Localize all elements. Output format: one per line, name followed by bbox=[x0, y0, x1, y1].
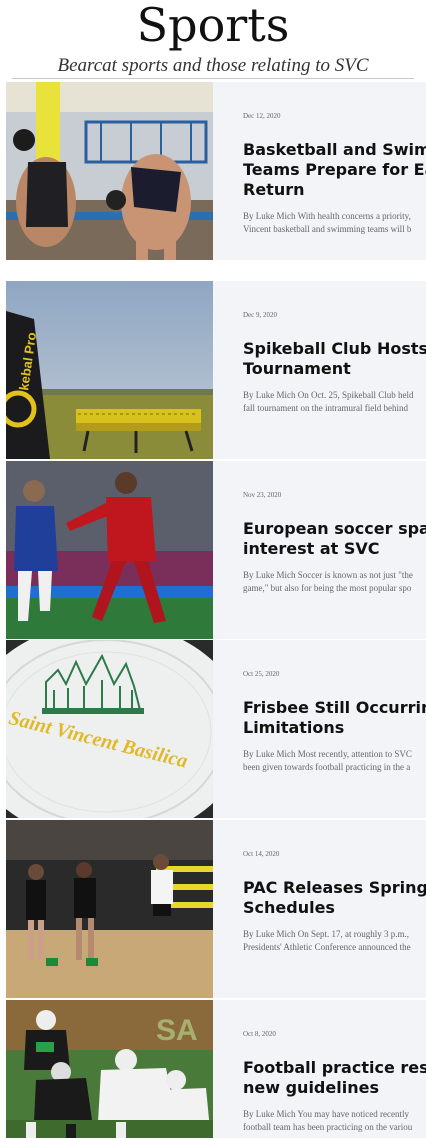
article-date: Oct 8, 2020 bbox=[243, 1030, 276, 1038]
article-image-volleyball[interactable] bbox=[6, 820, 213, 998]
article-headline[interactable]: Football practice resume new guidelines bbox=[243, 1058, 426, 1098]
article-body: Oct 14, 2020 PAC Releases Spring Schedul… bbox=[213, 820, 426, 998]
article-card[interactable]: kebal Pro Dec 9, 2020 Spikeball Club Hos… bbox=[6, 281, 426, 459]
header-divider bbox=[12, 78, 414, 79]
headline-line[interactable]: Schedules bbox=[243, 898, 426, 918]
article-image-frisbee[interactable]: Saint Vincent Basilica bbox=[6, 640, 213, 818]
article-headline[interactable]: European soccer sparks interest at SVC bbox=[243, 519, 426, 559]
headline-line[interactable]: Basketball and Swimmin bbox=[243, 140, 426, 160]
headline-line[interactable]: Spikeball Club Hosts An bbox=[243, 339, 426, 359]
excerpt-line: football team has been practicing on the… bbox=[243, 1122, 413, 1132]
excerpt-line: By Luke Mich With health concerns a prio… bbox=[243, 211, 411, 221]
article-body: Dec 12, 2020 Basketball and Swimmin Team… bbox=[213, 82, 426, 260]
article-excerpt: By Luke Mich With health concerns a prio… bbox=[243, 210, 426, 236]
headline-line[interactable]: new guidelines bbox=[243, 1078, 426, 1098]
article-image-swimmers[interactable] bbox=[6, 82, 213, 260]
article-body: Oct 8, 2020 Football practice resume new… bbox=[213, 1000, 426, 1138]
article-card[interactable]: Oct 14, 2020 PAC Releases Spring Schedul… bbox=[6, 820, 426, 998]
article-excerpt: By Luke Mich On Sept. 17, at roughly 3 p… bbox=[243, 928, 426, 954]
article-card[interactable]: Saint Vincent Basilica Oct 25, 2020 Fris… bbox=[6, 640, 426, 818]
headline-line[interactable]: Limitations bbox=[243, 718, 426, 738]
article-body: Dec 9, 2020 Spikeball Club Hosts An Tour… bbox=[213, 281, 426, 459]
article-excerpt: By Luke Mich You may have noticed recent… bbox=[243, 1108, 426, 1134]
sports-page: Sports Bearcat sports and those relating… bbox=[0, 0, 426, 1138]
article-card[interactable]: Nov 23, 2020 European soccer sparks inte… bbox=[6, 461, 426, 639]
excerpt-line: By Luke Mich On Oct. 25, Spikeball Club … bbox=[243, 390, 414, 400]
article-body: Nov 23, 2020 European soccer sparks inte… bbox=[213, 461, 426, 639]
article-image-soccer[interactable] bbox=[6, 461, 213, 639]
headline-line[interactable]: Football practice resume bbox=[243, 1058, 426, 1078]
excerpt-line: fall tournament on the intramural field … bbox=[243, 403, 408, 413]
page-title: Sports bbox=[136, 0, 290, 52]
stadium-wall-text: SA bbox=[156, 1014, 198, 1047]
page-header: Sports Bearcat sports and those relating… bbox=[0, 0, 426, 82]
headline-line[interactable]: Frisbee Still Occurring D bbox=[243, 698, 426, 718]
article-date: Oct 25, 2020 bbox=[243, 670, 280, 678]
article-image-football[interactable]: SA bbox=[6, 1000, 213, 1138]
headline-line[interactable]: European soccer sparks bbox=[243, 519, 426, 539]
article-body: Oct 25, 2020 Frisbee Still Occurring D L… bbox=[213, 640, 426, 818]
excerpt-line: By Luke Mich Soccer is known as not just… bbox=[243, 570, 413, 580]
excerpt-line: By Luke Mich You may have noticed recent… bbox=[243, 1109, 409, 1119]
excerpt-line: By Luke Mich Most recently, attention to… bbox=[243, 749, 412, 759]
excerpt-line: game," but also for being the most popul… bbox=[243, 583, 412, 593]
article-date: Dec 9, 2020 bbox=[243, 311, 278, 319]
article-date: Oct 14, 2020 bbox=[243, 850, 280, 858]
article-image-spikeball[interactable]: kebal Pro bbox=[6, 281, 213, 459]
article-headline[interactable]: Spikeball Club Hosts An Tournament bbox=[243, 339, 426, 379]
article-date: Nov 23, 2020 bbox=[243, 491, 282, 499]
excerpt-line: Presidents' Athletic Conference announce… bbox=[243, 942, 411, 952]
article-headline[interactable]: Frisbee Still Occurring D Limitations bbox=[243, 698, 426, 738]
headline-line[interactable]: Tournament bbox=[243, 359, 426, 379]
headline-line[interactable]: Teams Prepare for Early bbox=[243, 160, 426, 180]
article-date: Dec 12, 2020 bbox=[243, 112, 281, 120]
excerpt-line: been given towards football practicing i… bbox=[243, 762, 411, 772]
article-excerpt: By Luke Mich Most recently, attention to… bbox=[243, 748, 426, 774]
article-card[interactable]: SA Oct 8, 2020 Football practice res new… bbox=[6, 1000, 426, 1138]
headline-line[interactable]: interest at SVC bbox=[243, 539, 426, 559]
excerpt-line: Vincent basketball and swimming teams wi… bbox=[243, 224, 412, 234]
article-headline[interactable]: PAC Releases Spring Schedules bbox=[243, 878, 426, 918]
article-headline[interactable]: Basketball and Swimmin Teams Prepare for… bbox=[243, 140, 426, 200]
article-excerpt: By Luke Mich On Oct. 25, Spikeball Club … bbox=[243, 389, 426, 415]
article-card[interactable]: Dec 12, 2020 Basketball and Swimmin Team… bbox=[6, 82, 426, 260]
headline-line[interactable]: Return bbox=[243, 180, 426, 200]
headline-line[interactable]: PAC Releases Spring bbox=[243, 878, 426, 898]
page-subtitle: Bearcat sports and those relating to SVC bbox=[57, 55, 369, 76]
excerpt-line: By Luke Mich On Sept. 17, at roughly 3 p… bbox=[243, 929, 409, 939]
article-excerpt: By Luke Mich Soccer is known as not just… bbox=[243, 569, 426, 595]
